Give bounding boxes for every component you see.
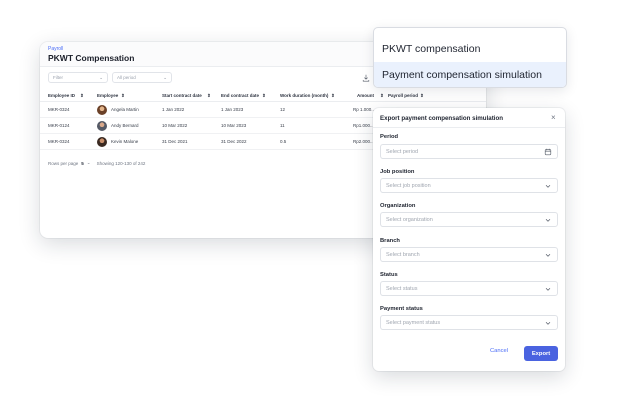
chevron-down-icon [545, 218, 551, 222]
chevron-down-icon[interactable]: ⌄ [87, 160, 91, 166]
employee-id-cell: MKR-0124 [48, 123, 70, 128]
filter-row: Filter ⌄ All period ⌄ [48, 72, 172, 83]
end-date-cell: 10 Mar 2023 [221, 123, 247, 128]
sort-icon[interactable]: ⇕ [262, 93, 266, 99]
status-label: Status [380, 272, 398, 278]
divider [373, 127, 565, 128]
branch-label: Branch [380, 238, 400, 244]
amount-cell: Rp 1.000... [353, 107, 376, 112]
avatar [97, 105, 107, 115]
job-position-select[interactable]: Select job position [380, 178, 558, 193]
menu-item-payment-compensation-simulation[interactable]: Payment compensation simulation [374, 62, 566, 87]
start-date-cell: 10 Mar 2022 [162, 123, 188, 128]
avatar [97, 137, 107, 147]
branch-placeholder: Select branch [386, 251, 420, 258]
filter-select[interactable]: Filter ⌄ [48, 72, 108, 83]
column-header-employee[interactable]: Employee [97, 93, 118, 98]
amount-cell: Rp2.000... [353, 139, 374, 144]
period-placeholder: Select period [386, 148, 419, 155]
column-header-amount[interactable]: Amount [357, 93, 374, 98]
screen: Payroll PKWT Compensation Filter ⌄ All p… [0, 0, 625, 402]
chevron-down-icon: ⌄ [163, 74, 167, 80]
breadcrumb[interactable]: Payroll [48, 46, 63, 52]
period-select-label: All period [117, 75, 136, 80]
sort-icon[interactable]: ⇕ [80, 93, 84, 99]
export-dialog: Export payment compensation simulation ×… [373, 108, 565, 371]
pagination: Rows per page 5 ⌄ Showing 120-130 of 242 [48, 160, 145, 166]
column-header-employee-id[interactable]: Employee ID [48, 93, 75, 98]
table-header: Employee ID ⇕ Employee ⇕ Start contract … [40, 90, 486, 102]
duration-cell: 12 [280, 107, 286, 112]
calendar-icon [544, 148, 552, 156]
organization-placeholder: Select organization [386, 216, 433, 223]
duration-cell: 0.5 [280, 139, 287, 144]
sort-icon[interactable]: ⇕ [331, 93, 335, 99]
payment-status-select[interactable]: Select payment status [380, 315, 558, 330]
pagination-summary: Showing 120-130 of 242 [96, 160, 146, 166]
cancel-button[interactable]: Cancel [490, 348, 508, 354]
start-date-cell: 31 Dec 2021 [162, 139, 188, 144]
organization-select[interactable]: Select organization [380, 212, 558, 227]
payment-status-label: Payment status [380, 306, 423, 312]
job-position-placeholder: Select job position [386, 182, 431, 189]
column-header-end-contract-date[interactable]: End contract date [221, 93, 259, 98]
column-header-start-contract-date[interactable]: Start contract date [162, 93, 202, 98]
sort-icon[interactable]: ⇕ [380, 93, 384, 99]
job-position-label: Job position [380, 169, 415, 175]
column-header-work-duration[interactable]: Work duration (month) [280, 93, 328, 98]
close-icon[interactable]: × [551, 113, 556, 122]
page-title: PKWT Compensation [48, 53, 135, 63]
status-placeholder: Select status [386, 285, 418, 292]
employee-name-cell: Andy Bernard [111, 123, 139, 128]
branch-select[interactable]: Select branch [380, 247, 558, 262]
start-date-cell: 1 Jan 2022 [162, 107, 185, 112]
period-label: Period [380, 134, 399, 140]
download-icon[interactable] [362, 74, 370, 82]
sort-icon[interactable]: ⇕ [121, 93, 125, 99]
filter-select-label: Filter [53, 75, 63, 80]
menu-item-pkwt-compensation[interactable]: PKWT compensation [374, 36, 566, 62]
employee-id-cell: MKR-0324 [48, 139, 70, 144]
sort-icon[interactable]: ⇕ [420, 93, 424, 99]
export-button[interactable]: Export [524, 346, 558, 361]
sort-icon[interactable]: ⇕ [207, 93, 211, 99]
chevron-down-icon [545, 253, 551, 257]
organization-label: Organization [380, 203, 416, 209]
end-date-cell: 1 Jan 2023 [221, 107, 244, 112]
chevron-down-icon: ⌄ [99, 74, 103, 80]
employee-id-cell: MKR-0324 [48, 107, 70, 112]
employee-name-cell: Angela Martin [111, 107, 139, 112]
export-type-menu: PKWT compensation Payment compensation s… [373, 27, 567, 88]
avatar [97, 121, 107, 131]
dialog-title: Export payment compensation simulation [380, 115, 504, 122]
chevron-down-icon [545, 321, 551, 325]
rows-per-page-select[interactable]: 5 [81, 161, 84, 166]
payment-status-placeholder: Select payment status [386, 319, 441, 326]
employee-name-cell: Kevin Malone [111, 139, 139, 144]
period-select[interactable]: All period ⌄ [112, 72, 172, 83]
chevron-down-icon [545, 287, 551, 291]
period-field[interactable]: Select period [380, 144, 558, 159]
rows-per-page-label: Rows per page [48, 160, 79, 166]
end-date-cell: 31 Dec 2022 [221, 139, 247, 144]
duration-cell: 11 [280, 123, 285, 128]
column-header-payroll-period[interactable]: Payroll period [388, 93, 418, 98]
status-select[interactable]: Select status [380, 281, 558, 296]
chevron-down-icon [545, 184, 551, 188]
amount-cell: Rp1.000... [353, 123, 374, 128]
